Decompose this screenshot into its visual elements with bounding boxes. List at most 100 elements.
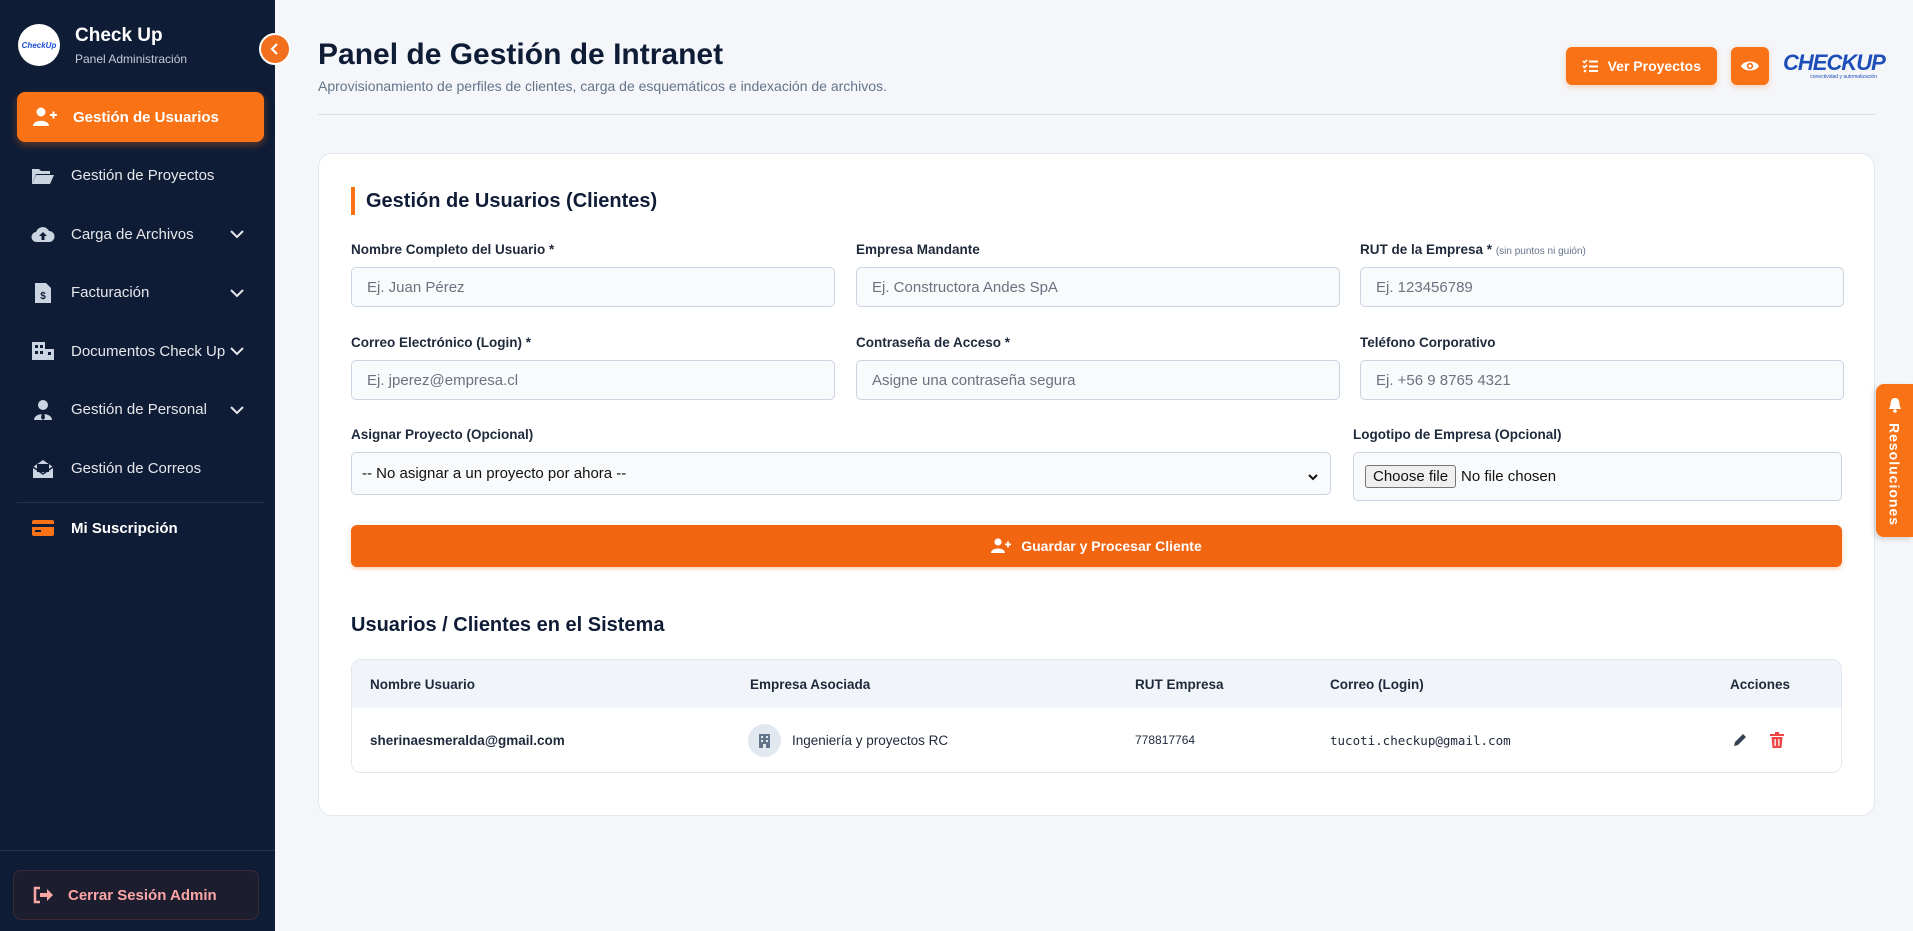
rut-hint: (sin puntos ni guión) (1495, 246, 1586, 257)
collapse-sidebar-button[interactable] (259, 33, 291, 65)
user-plus-icon (991, 538, 1012, 553)
cloud-upload-icon (31, 222, 55, 246)
email-cell: tucoti.checkup@gmail.com (1330, 733, 1511, 748)
company-logo-text: CHECKUP (1783, 50, 1886, 75)
chevron-down-icon (230, 226, 244, 243)
bell-icon (1888, 398, 1901, 413)
logout-button[interactable]: Cerrar Sesión Admin (13, 870, 259, 920)
company-cell: Ingeniería y proyectos RC (792, 733, 949, 748)
company-label: Empresa Mandante (856, 242, 980, 257)
invoice-icon: $ (31, 281, 55, 305)
sidebar-item-label: Gestión de Correos (71, 460, 202, 478)
name-label: Nombre Completo del Usuario * (351, 242, 555, 257)
sidebar: CheckUp Check Up Panel Administración Ge… (0, 0, 275, 931)
user-management-card: Gestión de Usuarios (Clientes) Nombre Co… (318, 153, 1875, 816)
chevron-down-icon (230, 343, 244, 360)
sidebar-item-documentos[interactable]: Documentos Check Up (17, 326, 264, 376)
table-header: Nombre Usuario Empresa Asociada RUT Empr… (352, 660, 1841, 708)
envelope-open-icon (31, 457, 55, 481)
resoluciones-tab[interactable]: Resoluciones (1876, 384, 1913, 537)
email-label: Correo Electrónico (Login) * (351, 335, 532, 350)
column-header: Nombre Usuario (370, 677, 476, 692)
building-icon (31, 339, 55, 363)
pencil-icon (1734, 734, 1746, 746)
brand: CheckUp Check Up Panel Administración (18, 24, 187, 66)
column-header: Acciones (1730, 677, 1791, 692)
rut-input[interactable] (1360, 267, 1844, 307)
rut-label: RUT de la Empresa * (sin puntos ni guión… (1360, 242, 1586, 257)
chevron-down-icon (230, 285, 244, 302)
main-content: Panel de Gestión de Intranet Aprovisiona… (275, 0, 1913, 931)
svg-text:$: $ (40, 291, 46, 302)
view-projects-label: Ver Proyectos (1607, 58, 1701, 74)
logo-file-input: Choose file No file chosen (1353, 452, 1842, 501)
save-client-label: Guardar y Procesar Cliente (1021, 538, 1202, 554)
folder-open-icon (31, 164, 55, 188)
preview-button[interactable] (1731, 47, 1769, 85)
password-label: Contraseña de Acceso * (856, 335, 1011, 350)
page-subtitle: Aprovisionamiento de perfiles de cliente… (318, 78, 887, 94)
logout-label: Cerrar Sesión Admin (68, 886, 217, 904)
user-plus-icon (33, 105, 57, 129)
sidebar-item-label: Gestión de Personal (71, 401, 207, 419)
brand-logo-text: CheckUp (21, 40, 57, 50)
phone-label: Teléfono Corporativo (1360, 335, 1496, 350)
list-check-icon (1582, 59, 1598, 73)
logout-area: Cerrar Sesión Admin (0, 850, 275, 920)
email-input[interactable] (351, 360, 835, 400)
name-input[interactable] (351, 267, 835, 307)
sidebar-item-label: Mi Suscripción (71, 519, 178, 537)
sidebar-item-label: Gestión de Proyectos (71, 167, 215, 185)
chevron-down-icon (230, 402, 244, 419)
sidebar-nav: Gestión de Usuarios Gestión de Proyectos… (17, 92, 264, 562)
edit-button[interactable] (1732, 732, 1748, 748)
password-input[interactable] (856, 360, 1340, 400)
sign-out-icon (32, 886, 54, 904)
header-divider (318, 114, 1875, 115)
sidebar-item-label: Gestión de Usuarios (73, 108, 219, 126)
column-header: Correo (Login) (1330, 677, 1424, 692)
sidebar-item-correos[interactable]: Gestión de Correos (17, 444, 264, 494)
user-cell: sherinaesmeralda@gmail.com (370, 733, 565, 748)
column-header: Empresa Asociada (750, 677, 871, 692)
sidebar-item-facturacion[interactable]: $ Facturación (17, 268, 264, 318)
resoluciones-label: Resoluciones (1886, 423, 1903, 527)
save-client-button[interactable]: Guardar y Procesar Cliente (351, 525, 1842, 567)
header-actions: Ver Proyectos CHECKUP conectividad y aut… (1565, 47, 1886, 85)
company-logo-tagline: conectividad y automatización (1810, 74, 1877, 80)
user-tie-icon (31, 398, 55, 422)
project-select[interactable]: -- No asignar a un proyecto por ahora -- (351, 452, 1331, 495)
sidebar-item-usuarios[interactable]: Gestión de Usuarios (17, 92, 264, 142)
phone-input[interactable] (1360, 360, 1844, 400)
sidebar-item-label: Facturación (71, 284, 150, 302)
table-row: sherinaesmeralda@gmail.com Ingeniería y … (352, 708, 1841, 772)
eye-icon (1741, 61, 1759, 71)
file-status: No file chosen (1461, 468, 1557, 485)
sidebar-item-carga-archivos[interactable]: Carga de Archivos (17, 209, 264, 259)
choose-file-button[interactable]: Choose file (1365, 465, 1457, 488)
sidebar-item-personal[interactable]: Gestión de Personal (17, 385, 264, 435)
project-label: Asignar Proyecto (Opcional) (351, 427, 534, 442)
sidebar-item-suscripcion[interactable]: Mi Suscripción (17, 503, 264, 553)
page-title: Panel de Gestión de Intranet (318, 38, 724, 71)
credit-card-icon (31, 516, 55, 540)
users-table: Nombre Usuario Empresa Asociada RUT Empr… (351, 659, 1842, 773)
logo-label: Logotipo de Empresa (Opcional) (1353, 427, 1562, 442)
brand-logo: CheckUp (18, 24, 60, 66)
rut-label-text: RUT de la Empresa * (1360, 242, 1493, 257)
view-projects-button[interactable]: Ver Proyectos (1565, 47, 1717, 85)
users-table-title: Usuarios / Clientes en el Sistema (351, 614, 665, 636)
chevron-down-icon (1308, 468, 1318, 485)
project-select-value: -- No asignar a un proyecto por ahora -- (362, 465, 627, 482)
company-input[interactable] (856, 267, 1340, 307)
sidebar-item-label: Carga de Archivos (71, 225, 194, 243)
brand-subtitle: Panel Administración (75, 51, 188, 66)
section-title: Gestión de Usuarios (Clientes) (351, 187, 657, 215)
building-icon (748, 724, 781, 757)
company-logo: CHECKUP conectividad y automatización (1783, 49, 1886, 83)
brand-title: Check Up (75, 24, 163, 46)
sidebar-item-label: Documentos Check Up (71, 342, 226, 360)
trash-icon (1770, 732, 1784, 748)
delete-button[interactable] (1770, 732, 1784, 748)
sidebar-item-proyectos[interactable]: Gestión de Proyectos (17, 151, 264, 201)
